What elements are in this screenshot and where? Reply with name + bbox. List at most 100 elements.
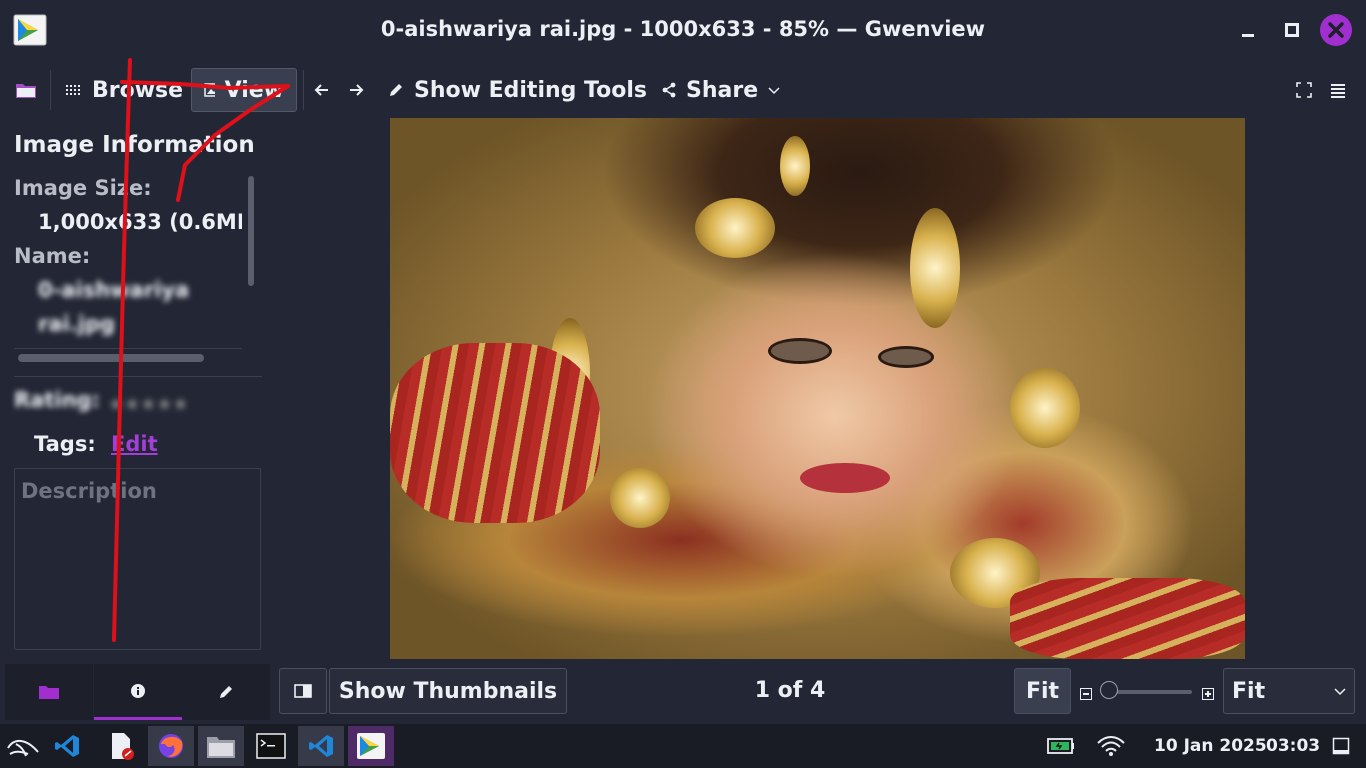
tab-operations[interactable] [182, 664, 270, 720]
previous-button[interactable] [314, 68, 330, 112]
kali-dragon-icon [7, 740, 39, 757]
sidebar-toggle-icon [294, 684, 312, 698]
arrow-right-icon [350, 84, 364, 96]
firefox-icon [159, 734, 183, 758]
share-label: Share [686, 77, 759, 103]
taskbar-gwenview[interactable] [348, 726, 394, 766]
view-button[interactable]: View [191, 68, 297, 112]
minimize-button[interactable] [1232, 14, 1264, 46]
taskbar-file-manager[interactable] [198, 726, 244, 766]
zoom-select[interactable]: Fit [1223, 668, 1355, 714]
browse-button[interactable]: Browse [66, 68, 183, 112]
jewelry-detail [695, 198, 775, 258]
sidebar-title: Image Information [14, 132, 255, 158]
divider [14, 348, 242, 349]
eye [878, 346, 934, 368]
vscode-icon [309, 735, 333, 757]
page-indicator: 1 of 4 [754, 678, 826, 703]
toolbar-separator [50, 70, 51, 110]
pencil-icon [220, 686, 232, 698]
minimize-icon [1242, 34, 1254, 37]
close-button[interactable] [1320, 14, 1352, 46]
text-editor-icon [112, 733, 134, 760]
tab-folders[interactable] [5, 664, 93, 720]
share-button[interactable]: Share [662, 68, 780, 112]
taskbar-date[interactable]: 10 Jan 2025 [1154, 736, 1267, 756]
vscode-icon [55, 735, 79, 757]
image-viewer[interactable] [272, 118, 1366, 662]
tab-information[interactable] [94, 664, 182, 720]
zoom-slider-handle[interactable] [1100, 681, 1118, 699]
battery-indicator[interactable] [1038, 726, 1084, 766]
show-desktop-button[interactable] [1318, 726, 1364, 766]
next-button[interactable] [348, 68, 364, 112]
fullscreen-button[interactable] [1296, 68, 1312, 112]
view-label: View [224, 77, 284, 103]
browse-label: Browse [92, 77, 184, 103]
jewelry-detail [1010, 368, 1080, 448]
share-icon [662, 82, 676, 98]
desktop-icon [1332, 737, 1350, 755]
info-vertical-scrollbar[interactable] [247, 176, 255, 286]
gwenview-app-icon [357, 733, 385, 759]
main-toolbar: Browse View Show Editing Tools Share [0, 62, 1366, 118]
bangles-right [1010, 578, 1245, 659]
name-label: Name: [14, 244, 91, 268]
zoom-in-button[interactable] [1202, 685, 1214, 704]
fit-button[interactable]: Fit [1014, 668, 1071, 714]
image-size-label: Image Size: [14, 176, 152, 200]
chevron-down-icon [768, 87, 780, 95]
description-placeholder: Description [21, 479, 157, 503]
taskbar-firefox[interactable] [148, 726, 194, 766]
description-textarea[interactable]: Description [14, 468, 261, 650]
name-value-line2: rai.jpg [38, 312, 115, 336]
image-information-sidebar: Image Information Image Size: 1,000x633 … [0, 118, 272, 662]
taskbar-vscode-launcher[interactable] [44, 726, 90, 766]
zoom-select-value: Fit [1232, 678, 1266, 704]
taskbar-text-editor-launcher[interactable] [98, 726, 144, 766]
toggle-sidebar-button[interactable] [279, 668, 327, 714]
rating-stars[interactable]: ★★★★★ [108, 394, 189, 415]
eye [768, 338, 832, 364]
folder-icon [16, 84, 36, 98]
taskbar-terminal[interactable] [248, 726, 294, 766]
taskbar: 10 Jan 2025 03:03 [0, 724, 1366, 768]
maximize-button[interactable] [1276, 14, 1308, 46]
show-editing-tools-button[interactable]: Show Editing Tools [388, 68, 647, 112]
maximize-icon [1285, 23, 1299, 37]
rating-label: Rating: [14, 388, 100, 412]
hamburger-menu-button[interactable] [1330, 68, 1346, 112]
taskbar-time[interactable]: 03:03 [1266, 736, 1320, 756]
terminal-icon [256, 733, 286, 759]
grid-icon [66, 85, 80, 95]
tags-edit-link[interactable]: Edit [111, 432, 158, 456]
kali-menu-button[interactable] [0, 726, 46, 766]
jewelry-detail [610, 468, 670, 528]
jewelry-detail [910, 208, 960, 328]
name-value-line1: 0-aishwariya [38, 278, 190, 302]
taskbar-vscode[interactable] [298, 726, 344, 766]
scrollbar-thumb[interactable] [248, 176, 254, 286]
window-title: 0-aishwariya rai.jpg - 1000x633 - 85% — … [380, 17, 986, 41]
show-editing-tools-label: Show Editing Tools [414, 77, 647, 103]
folder-icon [207, 737, 235, 758]
info-icon [131, 683, 145, 698]
show-thumbnails-button[interactable]: Show Thumbnails [329, 668, 567, 714]
info-horizontal-scrollbar[interactable] [18, 354, 204, 362]
close-icon [1320, 14, 1352, 46]
zoom-out-button[interactable] [1080, 685, 1092, 704]
toolbar-separator [303, 70, 304, 110]
displayed-photo[interactable] [390, 118, 1245, 659]
zoom-out-icon [1080, 688, 1092, 700]
chevron-down-icon [1334, 688, 1346, 696]
network-indicator[interactable] [1088, 726, 1134, 766]
bangles-left [390, 343, 600, 523]
folder-icon [39, 686, 59, 699]
wifi-icon [1097, 736, 1125, 756]
divider [14, 376, 262, 377]
folder-button[interactable] [14, 68, 38, 112]
zoom-slider[interactable] [1108, 690, 1192, 694]
battery-icon [1047, 738, 1074, 754]
hamburger-icon [1331, 84, 1345, 98]
bottom-bar: Show Thumbnails 1 of 4 Fit Fit [0, 662, 1366, 724]
